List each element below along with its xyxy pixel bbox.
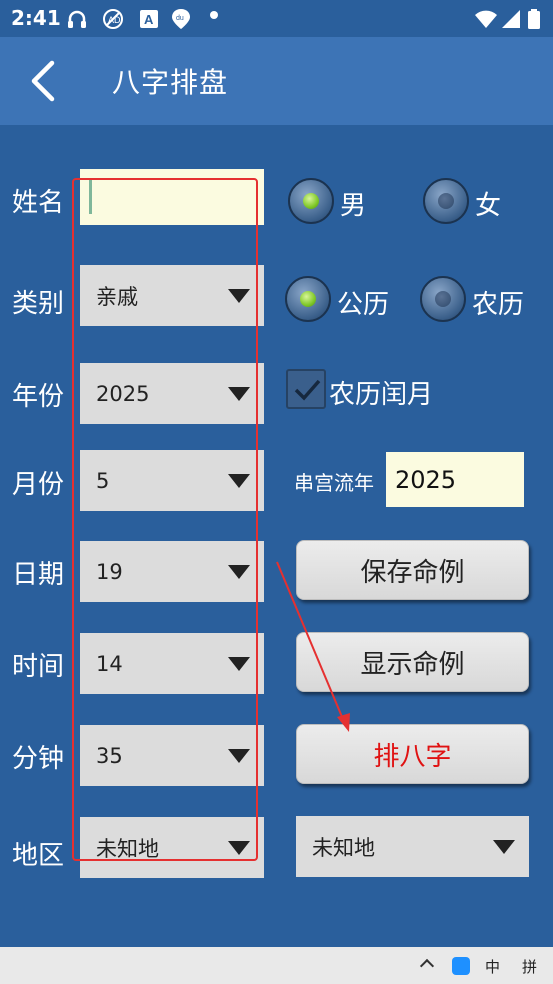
highlight-box xyxy=(72,178,258,861)
svg-text:du: du xyxy=(176,15,184,22)
wifi-icon xyxy=(475,10,497,28)
liunian-label: 串宫流年 xyxy=(294,471,374,495)
bazi-button[interactable]: 排八字 xyxy=(296,724,529,784)
gender-male-label: 男 xyxy=(340,191,367,221)
chevron-up-icon[interactable] xyxy=(419,958,435,974)
save-case-button[interactable]: 保存命例 xyxy=(296,540,529,600)
signal-icon xyxy=(502,10,520,28)
name-label: 姓名 xyxy=(12,188,65,218)
category-label: 类别 xyxy=(12,289,65,319)
region-label: 地区 xyxy=(12,841,65,871)
leap-month-checkbox[interactable] xyxy=(286,369,326,409)
calendar-solar-radio[interactable] xyxy=(285,276,331,322)
headset-icon xyxy=(68,10,86,28)
liunian-value: 2025 xyxy=(395,466,457,494)
chevron-left-icon[interactable] xyxy=(26,59,66,103)
leap-month-label: 农历闰月 xyxy=(329,380,434,410)
show-case-button[interactable]: 显示命例 xyxy=(296,632,529,692)
calendar-lunar-label: 农历 xyxy=(472,290,525,320)
status-time: 2:41 xyxy=(11,6,61,30)
ime-pinyin-label[interactable]: 拼 xyxy=(522,956,537,977)
bottom-bar: 中 拼 xyxy=(0,947,553,984)
app-bar: 八字排盘 xyxy=(0,37,553,125)
calendar-lunar-radio[interactable] xyxy=(420,276,466,322)
minute-label: 分钟 xyxy=(12,744,65,774)
hour-label: 时间 xyxy=(12,652,65,682)
year-label: 年份 xyxy=(12,382,65,412)
liunian-input[interactable]: 2025 xyxy=(386,452,524,507)
location-pin-icon: du xyxy=(172,9,190,29)
svg-text:AD: AD xyxy=(108,15,121,25)
sub-region-dropdown[interactable]: 未知地 xyxy=(296,816,529,877)
ime-chinese-label[interactable]: 中 xyxy=(485,956,500,977)
status-bar: 2:41 AD A du xyxy=(0,0,553,37)
page-title: 八字排盘 xyxy=(112,66,229,99)
gender-female-radio[interactable] xyxy=(423,178,469,224)
no-sync-icon: AD xyxy=(103,9,123,29)
dropdown-arrow-icon xyxy=(493,839,515,854)
calendar-solar-label: 公历 xyxy=(337,290,390,320)
day-label: 日期 xyxy=(12,560,65,590)
checkmark-icon xyxy=(294,379,321,401)
font-a-icon: A xyxy=(140,10,158,28)
gender-female-label: 女 xyxy=(475,191,502,221)
svg-text:A: A xyxy=(144,12,154,27)
month-label: 月份 xyxy=(12,470,65,500)
battery-icon xyxy=(528,9,540,29)
sub-region-value: 未知地 xyxy=(312,835,375,860)
notification-dot-icon xyxy=(210,11,218,19)
keyboard-app-icon[interactable] xyxy=(452,957,470,975)
gender-male-radio[interactable] xyxy=(288,178,334,224)
